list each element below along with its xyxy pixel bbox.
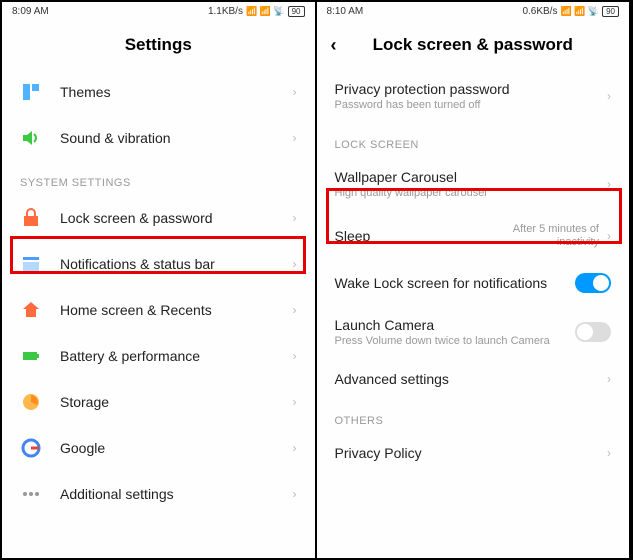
item-wake-lock[interactable]: Wake Lock screen for notifications [317,261,630,305]
item-google[interactable]: Google › [2,425,315,471]
item-privacy-policy[interactable]: Privacy Policy › [317,433,630,473]
chevron-right-icon: › [293,131,297,145]
status-speed: 1.1KB/s [208,6,243,17]
header-left: Settings [2,21,315,69]
item-sub: High quality wallpaper carousel [335,187,600,199]
status-time: 8:10 AM [327,6,364,17]
battery-icon: 90 [602,6,619,17]
status-icons: 📶 📶 📡 [246,6,285,17]
chevron-right-icon: › [293,395,297,409]
item-battery[interactable]: Battery & performance › [2,333,315,379]
battery-icon: 90 [288,6,305,17]
item-sleep[interactable]: Sleep After 5 minutes of inactivity › [317,211,630,261]
chevron-right-icon: › [607,177,611,191]
item-label: Google [60,440,285,456]
item-sub: Password has been turned off [335,99,600,111]
storage-icon [20,391,42,413]
item-wallpaper-carousel[interactable]: Wallpaper Carousel High quality wallpape… [317,157,630,211]
sound-icon [20,127,42,149]
section-others: OTHERS [317,399,630,433]
chevron-right-icon: › [293,257,297,271]
item-label: Sound & vibration [60,130,285,146]
lockscreen-list: Privacy protection password Password has… [317,69,630,558]
item-label: Storage [60,394,285,410]
item-advanced[interactable]: Advanced settings › [317,359,630,399]
item-label: Lock screen & password [60,210,285,226]
chevron-right-icon: › [293,303,297,317]
item-label: Notifications & status bar [60,256,285,272]
item-label: Wake Lock screen for notifications [335,275,576,291]
google-icon [20,437,42,459]
item-additional[interactable]: Additional settings › [2,471,315,517]
item-sub: Press Volume down twice to launch Camera [335,335,576,347]
chevron-right-icon: › [293,85,297,99]
toggle-camera[interactable] [575,322,611,342]
item-privacy-password[interactable]: Privacy protection password Password has… [317,69,630,123]
chevron-right-icon: › [293,211,297,225]
item-storage[interactable]: Storage › [2,379,315,425]
status-time: 8:09 AM [12,6,49,17]
chevron-right-icon: › [293,349,297,363]
item-label: Privacy Policy [335,445,600,461]
status-icons: 📶 📶 📡 [560,6,599,17]
item-notifications[interactable]: Notifications & status bar › [2,241,315,287]
item-label: Battery & performance [60,348,285,364]
back-button[interactable]: ‹ [331,35,337,56]
status-speed: 0.6KB/s [522,6,557,17]
status-bar-right: 8:10 AM 0.6KB/s 📶 📶 📡 90 [317,2,630,21]
chevron-right-icon: › [293,487,297,501]
item-label: Launch Camera [335,317,576,333]
home-icon [20,299,42,321]
status-right: 0.6KB/s 📶 📶 📡 90 [522,6,619,17]
item-themes[interactable]: Themes › [2,69,315,115]
item-value: After 5 minutes of inactivity [489,223,599,249]
chevron-right-icon: › [607,446,611,460]
item-label: Wallpaper Carousel [335,169,600,185]
themes-icon [20,81,42,103]
item-label: Home screen & Recents [60,302,285,318]
item-label: Privacy protection password [335,81,600,97]
item-homescreen[interactable]: Home screen & Recents › [2,287,315,333]
lockscreen-settings-screen: 8:10 AM 0.6KB/s 📶 📶 📡 90 ‹ Lock screen &… [317,2,632,558]
item-label: Sleep [335,228,490,244]
item-launch-camera[interactable]: Launch Camera Press Volume down twice to… [317,305,630,359]
toggle-wake[interactable] [575,273,611,293]
settings-list: Themes › Sound & vibration › SYSTEM SETT… [2,69,315,558]
section-system: SYSTEM SETTINGS [2,161,315,195]
chevron-right-icon: › [293,441,297,455]
chevron-right-icon: › [607,372,611,386]
battery-icon [20,345,42,367]
status-right: 1.1KB/s 📶 📶 📡 90 [208,6,305,17]
notifications-icon [20,253,42,275]
chevron-right-icon: › [607,229,611,243]
status-bar-left: 8:09 AM 1.1KB/s 📶 📶 📡 90 [2,2,315,21]
item-label: Advanced settings [335,371,600,387]
lock-icon [20,207,42,229]
item-lockscreen[interactable]: Lock screen & password › [2,195,315,241]
page-title: Settings [125,35,192,55]
additional-icon [20,483,42,505]
chevron-right-icon: › [607,89,611,103]
item-sound[interactable]: Sound & vibration › [2,115,315,161]
item-label: Additional settings [60,486,285,502]
header-right: ‹ Lock screen & password [317,21,630,69]
section-lockscreen: LOCK SCREEN [317,123,630,157]
item-label: Themes [60,84,285,100]
page-title: Lock screen & password [373,35,573,55]
settings-screen: 8:09 AM 1.1KB/s 📶 📶 📡 90 Settings Themes… [2,2,317,558]
